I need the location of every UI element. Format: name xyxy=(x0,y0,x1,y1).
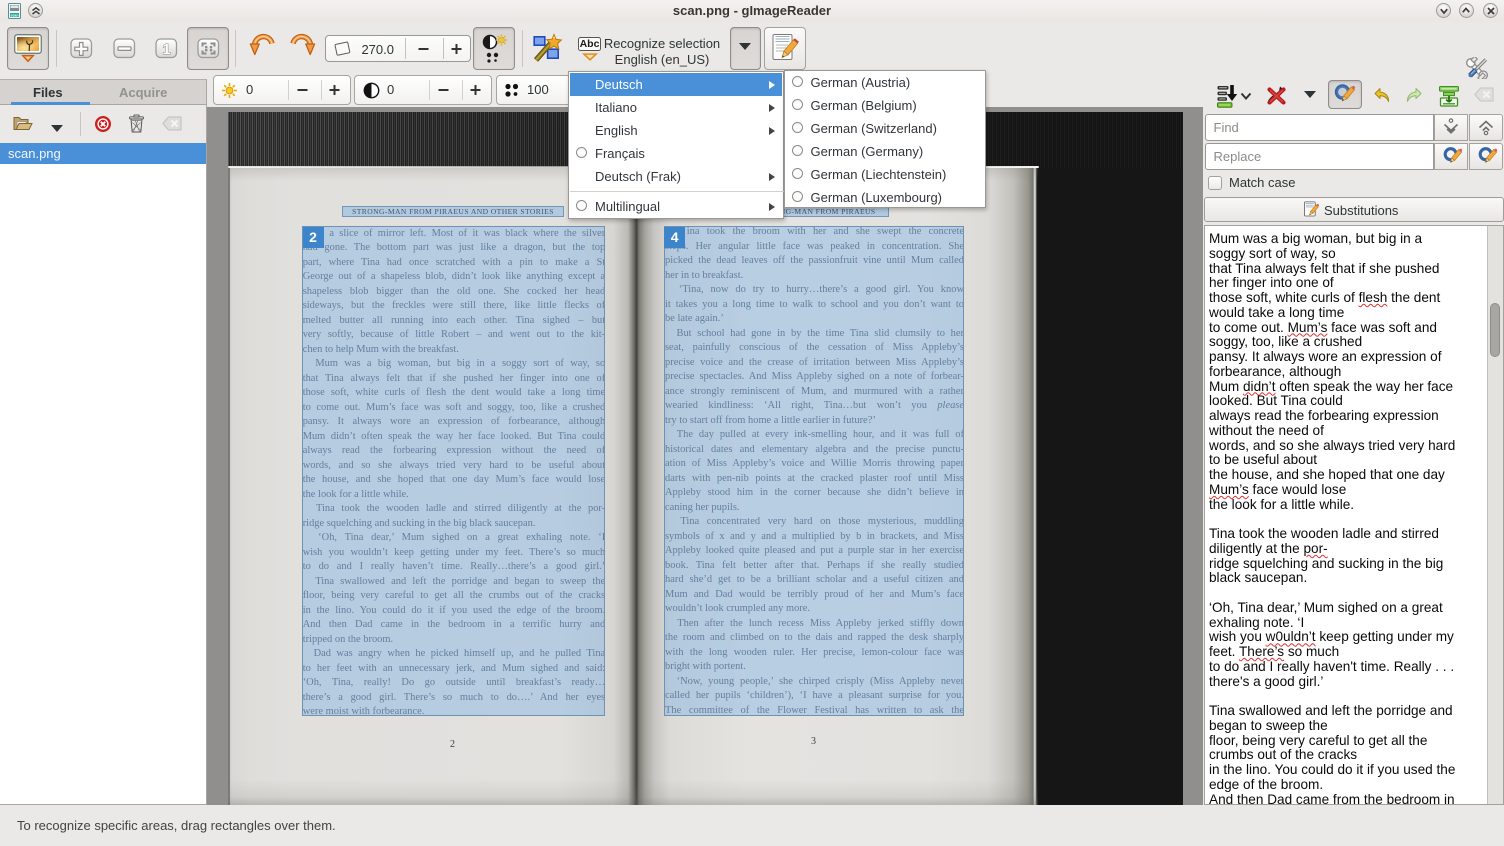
svg-text:scan: scan xyxy=(11,13,19,17)
svg-text:1: 1 xyxy=(162,42,170,58)
